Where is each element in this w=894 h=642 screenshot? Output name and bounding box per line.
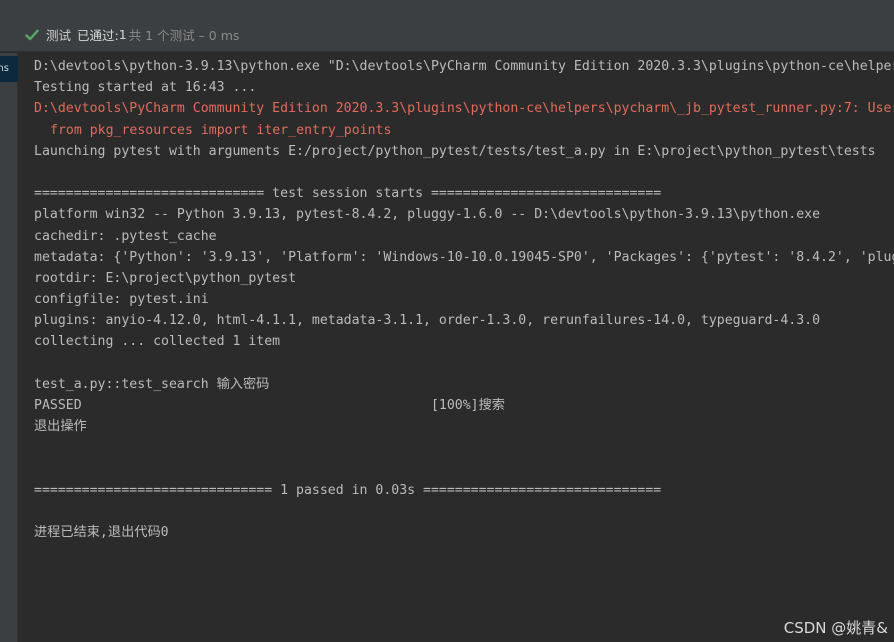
status-title: 测试 bbox=[46, 28, 72, 43]
console-line: configfile: pytest.ini bbox=[34, 292, 209, 308]
test-tree-panel: ms bbox=[0, 53, 18, 642]
console-line: 退出操作 bbox=[34, 419, 87, 435]
console-line: cachedir: .pytest_cache bbox=[34, 228, 217, 244]
check-icon bbox=[24, 27, 40, 43]
test-status-bar: 测试 已通过: 1 共 1 个测试 – 0 ms bbox=[0, 18, 894, 52]
console-line: platform win32 -- Python 3.9.13, pytest-… bbox=[34, 207, 821, 223]
console-line: from pkg_resources import iter_entry_poi… bbox=[50, 122, 392, 138]
console-line: collecting ... collected 1 item bbox=[34, 334, 281, 350]
console-line: 进程已结束,退出代码0 bbox=[34, 525, 169, 541]
test-duration-label: ms bbox=[0, 63, 9, 74]
status-passed-count: 1 bbox=[118, 27, 127, 42]
console-line: rootdir: E:\project\python_pytest bbox=[34, 270, 297, 286]
console-line: Launching pytest with arguments E:/proje… bbox=[34, 143, 876, 159]
status-detail: 共 1 个测试 – 0 ms bbox=[128, 28, 240, 43]
console-line: D:\devtools\python-3.9.13\python.exe "D:… bbox=[34, 59, 894, 74]
console-line: PASSED [100%]搜索 bbox=[34, 398, 505, 413]
console-line: metadata: {'Python': '3.9.13', 'Platform… bbox=[34, 249, 894, 265]
console-line: Testing started at 16:43 ... bbox=[34, 80, 257, 96]
console-line: ============================== 1 passed … bbox=[34, 482, 662, 498]
title-strip bbox=[0, 0, 894, 18]
console-line: plugins: anyio-4.12.0, html-4.1.1, metad… bbox=[34, 313, 821, 329]
console-line: D:\devtools\PyCharm Community Edition 20… bbox=[34, 101, 894, 117]
run-console-output[interactable]: D:\devtools\python-3.9.13\python.exe "D:… bbox=[34, 56, 894, 642]
watermark: CSDN @姚青& bbox=[783, 619, 888, 637]
test-duration-tab[interactable]: ms bbox=[0, 56, 18, 82]
console-line: test_a.py::test_search 输入密码 bbox=[34, 376, 270, 392]
console-line: ============================= test sessi… bbox=[34, 186, 662, 202]
status-result: 已通过: bbox=[77, 28, 119, 43]
